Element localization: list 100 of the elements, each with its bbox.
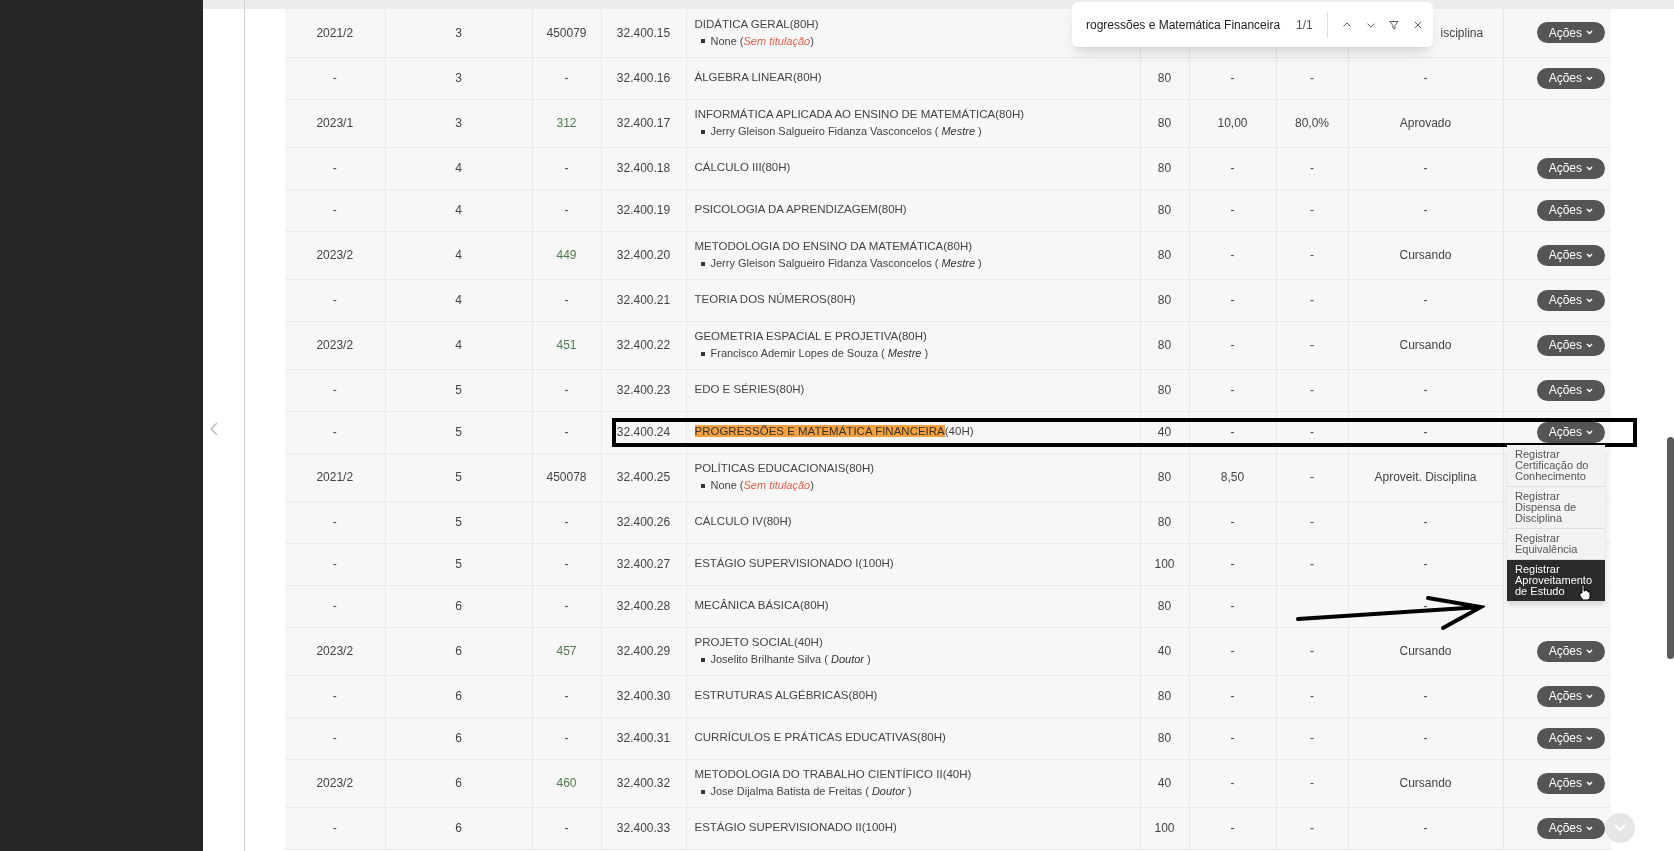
hours-cell: 80 bbox=[1157, 161, 1172, 175]
year-cell: - bbox=[332, 425, 337, 439]
actions-button[interactable]: Ações bbox=[1536, 199, 1605, 221]
caret-icon bbox=[1586, 735, 1593, 741]
actions-button[interactable]: Ações bbox=[1536, 421, 1605, 443]
status-cell: - bbox=[1423, 821, 1428, 835]
caret-icon bbox=[1586, 648, 1593, 654]
actions-button[interactable]: Ações bbox=[1536, 334, 1605, 356]
scrollbar-thumb[interactable] bbox=[1667, 437, 1674, 659]
caret-icon bbox=[1586, 297, 1593, 303]
actions-button[interactable]: Ações bbox=[1536, 640, 1605, 662]
code-cell: 32.400.23 bbox=[616, 383, 671, 397]
subject-name: PROJETO SOCIAL(40H) bbox=[694, 635, 823, 651]
status-cell: - bbox=[1423, 383, 1428, 397]
menu-item[interactable]: Registrar Aproveitamento de Estudo bbox=[1507, 560, 1605, 602]
actions-button[interactable]: Ações bbox=[1536, 685, 1605, 707]
status-cell: - bbox=[1423, 203, 1428, 217]
menu-item[interactable]: Registrar Dispensa de Disciplina bbox=[1507, 487, 1605, 529]
caret-icon bbox=[1586, 387, 1593, 393]
hours-cell: 40 bbox=[1157, 776, 1172, 790]
subject-name: POLÍTICAS EDUCACIONAIS(80H) bbox=[694, 461, 875, 477]
caret-icon bbox=[1586, 207, 1593, 213]
frequency-cell: - bbox=[1310, 203, 1314, 217]
year-cell: 2023/2 bbox=[316, 248, 354, 262]
frequency-cell: - bbox=[1310, 248, 1314, 262]
status-cell: - bbox=[1423, 599, 1428, 613]
code-cell: 32.400.26 bbox=[616, 515, 671, 529]
subject-name: CURRÍCULOS E PRÁTICAS EDUCATIVAS(80H) bbox=[694, 730, 946, 746]
year-cell: - bbox=[332, 203, 337, 217]
grade-cell: - bbox=[1230, 161, 1235, 175]
grade-cell: - bbox=[1230, 248, 1235, 262]
class-cell: - bbox=[564, 293, 569, 307]
class-cell: - bbox=[564, 425, 569, 439]
bullet-icon bbox=[700, 129, 705, 134]
frequency-cell: - bbox=[1310, 644, 1314, 658]
period-cell: 6 bbox=[455, 731, 462, 745]
code-cell: 32.400.16 bbox=[616, 71, 671, 85]
frequency-cell: - bbox=[1310, 470, 1314, 484]
year-cell: - bbox=[332, 515, 337, 529]
actions-button[interactable]: Ações bbox=[1536, 244, 1605, 266]
frequency-cell: - bbox=[1310, 515, 1314, 529]
hours-cell: 80 bbox=[1157, 599, 1172, 613]
grade-cell: - bbox=[1230, 821, 1235, 835]
actions-button[interactable]: Ações bbox=[1536, 22, 1605, 44]
grade-cell: - bbox=[1230, 776, 1235, 790]
frequency-cell: - bbox=[1310, 425, 1314, 439]
period-cell: 3 bbox=[455, 116, 462, 130]
period-cell: 3 bbox=[455, 25, 462, 40]
subject-name: METODOLOGIA DO ENSINO DA MATEMÁTICA(80H) bbox=[694, 239, 973, 255]
class-cell: 450079 bbox=[546, 25, 587, 40]
hours-cell: 40 bbox=[1157, 644, 1172, 658]
status-cell: - bbox=[1423, 689, 1428, 703]
hours-cell: 80 bbox=[1157, 470, 1172, 484]
frequency-cell: - bbox=[1310, 338, 1314, 352]
class-link[interactable]: 451 bbox=[556, 338, 577, 352]
period-cell: 4 bbox=[455, 248, 462, 262]
class-link[interactable]: 449 bbox=[556, 248, 577, 262]
subject-name: METODOLOGIA DO TRABALHO CIENTÍFICO II(40H) bbox=[694, 767, 972, 783]
hours-cell: 80 bbox=[1157, 71, 1172, 85]
actions-button[interactable]: Ações bbox=[1536, 772, 1605, 794]
teacher-name: None (Sem titulação) bbox=[710, 478, 814, 494]
frequency-cell: 80,0% bbox=[1295, 116, 1329, 130]
grade-cell: 8,50 bbox=[1220, 470, 1245, 484]
actions-button[interactable]: Ações bbox=[1536, 157, 1605, 179]
grade-cell: - bbox=[1230, 731, 1235, 745]
teacher-name: Jose Dijalma Batista de Freitas ( Doutor ) bbox=[710, 784, 912, 800]
code-cell: 32.400.20 bbox=[616, 248, 671, 262]
actions-button[interactable]: Ações bbox=[1536, 67, 1605, 89]
status-cell: Cursando bbox=[1399, 248, 1452, 262]
menu-item[interactable]: Registrar Certificação do Conhecimento bbox=[1507, 445, 1605, 487]
teacher-name: Jerry Gleison Salgueiro Fidanza Vasconcelos ( Mestre ) bbox=[710, 256, 982, 272]
status-cell: Cursando bbox=[1399, 338, 1452, 352]
code-cell: 32.400.32 bbox=[616, 776, 671, 790]
class-link[interactable]: 457 bbox=[556, 644, 577, 658]
actions-button[interactable]: Ações bbox=[1536, 817, 1605, 839]
class-link[interactable]: 460 bbox=[556, 776, 577, 790]
hours-cell: 80 bbox=[1157, 338, 1172, 352]
class-link[interactable]: 312 bbox=[556, 116, 577, 130]
period-cell: 4 bbox=[455, 203, 462, 217]
code-cell: 32.400.31 bbox=[616, 731, 671, 745]
actions-button[interactable]: Ações bbox=[1536, 289, 1605, 311]
code-cell: 32.400.19 bbox=[616, 203, 671, 217]
year-cell: - bbox=[332, 161, 337, 175]
grade-cell: - bbox=[1230, 383, 1235, 397]
code-cell: 32.400.30 bbox=[616, 689, 671, 703]
status-cell: - bbox=[1423, 425, 1428, 439]
subject-name: ESTÁGIO SUPERVISIONADO II(100H) bbox=[694, 820, 897, 836]
hours-cell: 80 bbox=[1157, 689, 1172, 703]
period-cell: 5 bbox=[455, 515, 462, 529]
period-cell: 5 bbox=[455, 470, 462, 484]
year-cell: - bbox=[332, 71, 337, 85]
actions-button[interactable]: Ações bbox=[1536, 379, 1605, 401]
grade-cell: - bbox=[1230, 644, 1235, 658]
code-cell: 32.400.29 bbox=[616, 644, 671, 658]
code-cell: 32.400.21 bbox=[616, 293, 671, 307]
actions-button[interactable]: Ações bbox=[1536, 727, 1605, 749]
period-cell: 4 bbox=[455, 338, 462, 352]
class-cell: - bbox=[564, 557, 569, 571]
year-cell: - bbox=[332, 731, 337, 745]
hours-cell: 80 bbox=[1157, 248, 1172, 262]
